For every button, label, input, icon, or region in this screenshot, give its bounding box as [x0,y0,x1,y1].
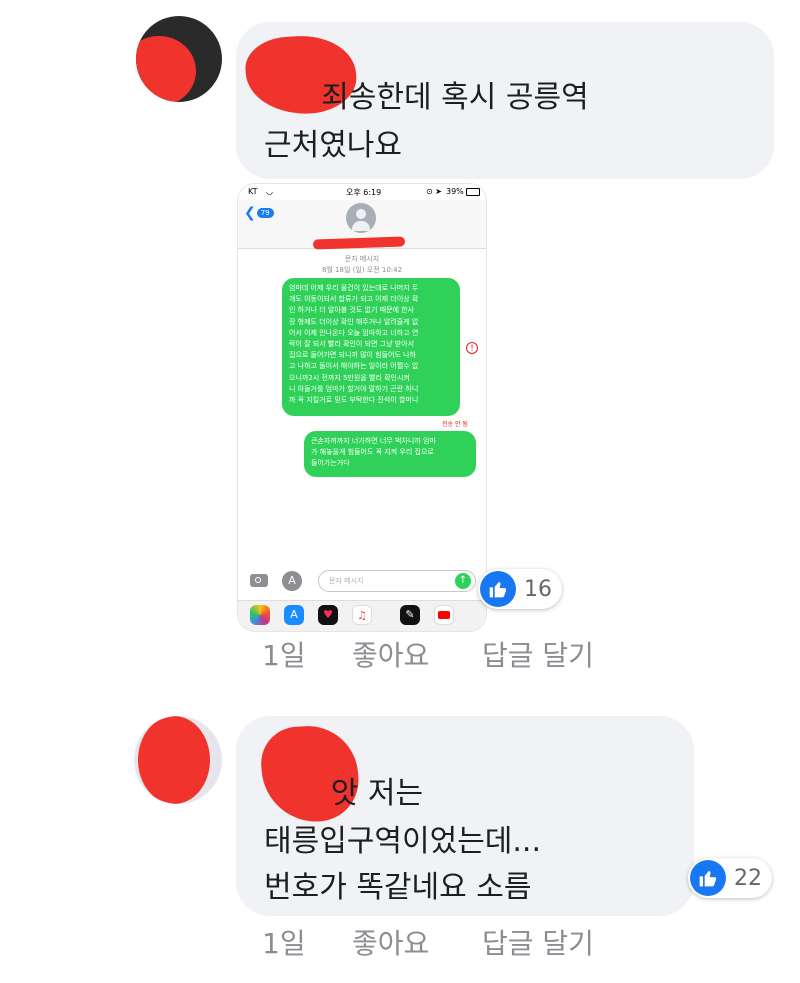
avatar-redaction [136,36,196,102]
comment-line: 죄송한데 혹시 공릉역 [264,80,589,115]
commenter-avatar[interactable] [134,716,222,804]
commenter-avatar[interactable] [136,16,222,102]
message-bubble[interactable]: 큰손자꺼까지 너가하면 너무 벅차니까 엄마 가 해놓을게 힘들어도 꼭 지켜 … [304,431,476,477]
digital-touch-app-icon[interactable]: ♥ [318,605,338,625]
clock-label: 오후 6:19 [346,188,382,197]
thread-type-label: 문자 메시지 [344,255,380,263]
reaction-summary[interactable]: 16 [478,569,562,609]
message-date-label: 8월 18일 (일) 오전 10:42 [321,266,403,274]
messages-header: ❮ 79 [238,200,486,250]
comment-bubble: 앗 저는 태릉입구역이었는데... 번호가 똑같네요 소름 [236,716,694,916]
contact-avatar-icon[interactable] [346,203,376,233]
avatar-redaction [138,716,210,804]
location-icon: ⊙ ➤ [426,187,442,196]
contact-name-redaction [312,236,406,250]
comment-line: 번호가 똑같네요 소름 [264,870,532,905]
unread-badge: 79 [256,208,274,218]
message-input[interactable]: 문자 메시지 ↑ [318,570,476,592]
message-input-placeholder: 문자 메시지 [329,577,364,585]
send-arrow-icon[interactable]: ↑ [455,573,471,589]
carrier-label: KT [248,187,258,196]
comment-line: 태릉입구역이었는데... [264,824,542,859]
battery-icon [466,188,480,196]
not-sent-label: 전송 안 됨 [442,421,468,428]
message-bubble[interactable]: 엄마데 어제 우리 물건이 있는대로 나머지 두 개도 이동이되서 합류가 되고… [282,278,460,416]
error-icon[interactable]: ! [466,342,478,354]
imessage-app-drawer: A ♥ ♫ ✎ [238,600,486,631]
like-thumb-icon [690,860,726,896]
reply-button[interactable]: 답글 달기 [482,634,594,674]
music-app-icon[interactable]: ♫ [352,605,372,625]
reaction-summary[interactable]: 22 [688,858,772,898]
comment-bubble: 죄송한데 혹시 공릉역 근처였나요 [236,22,774,179]
attached-screenshot[interactable]: KT ◡ 오후 6:19 ⊙ ➤ 39% ❮ 79 문자 메시지 8월 18일 … [237,183,487,632]
reaction-count: 22 [734,865,762,891]
youtube-app-icon[interactable] [434,605,454,625]
sticker-app-icon[interactable]: ✎ [400,605,420,625]
comment-timestamp[interactable]: 1일 [262,922,306,962]
chevron-left-icon: ❮ [244,205,256,221]
message-input-bar: A 문자 메시지 ↑ [238,568,486,598]
app-store-app-icon[interactable]: A [284,605,304,625]
wifi-icon: ◡ [266,187,273,196]
camera-icon[interactable] [250,574,268,587]
comment-timestamp[interactable]: 1일 [262,634,306,674]
photos-app-icon[interactable] [250,605,270,625]
phone-status-bar: KT ◡ 오후 6:19 ⊙ ➤ 39% [238,184,486,200]
like-button[interactable]: 좋아요 [352,922,429,962]
battery-label: 39% [446,187,464,196]
back-button[interactable]: ❮ 79 [244,205,274,221]
app-store-icon[interactable]: A [282,571,302,591]
like-thumb-icon [480,571,516,607]
comment-actions: 1일 좋아요 답글 달기 [0,922,800,962]
comment-line: 앗 저는 [264,776,424,811]
reaction-count: 16 [524,576,552,602]
comment-line: 근처였나요 [264,128,402,163]
reply-button[interactable]: 답글 달기 [482,922,594,962]
like-button[interactable]: 좋아요 [352,634,429,674]
comment-actions: 1일 좋아요 답글 달기 [0,634,800,674]
